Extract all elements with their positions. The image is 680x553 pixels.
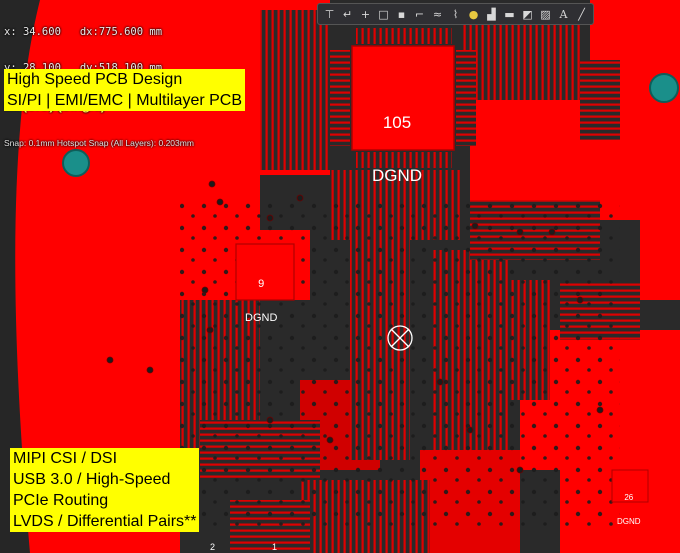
diff-pair-icon[interactable]: ≈ — [429, 5, 446, 23]
banner-bottom-line1: MIPI CSI / DSI — [13, 450, 118, 467]
pad-icon[interactable]: ▪ — [393, 5, 410, 23]
banner-top-line1: High Speed PCB Design — [7, 71, 183, 88]
interactive-route-icon[interactable]: ⌐ — [411, 5, 428, 23]
fill-icon[interactable]: ▨ — [537, 5, 554, 23]
right-pad-net: DGND — [617, 517, 641, 526]
main-ic-pad-net: DGND — [372, 166, 423, 185]
length-tune-icon[interactable]: ⌇ — [447, 5, 464, 23]
banner-bottom-line2: USB 3.0 / High-Speed — [13, 471, 171, 488]
main-ic-pad-label: 105 DGND — [372, 80, 422, 201]
mounting-hole-corner[interactable] — [649, 73, 679, 103]
text-icon[interactable]: A — [555, 5, 572, 23]
select-rect-icon[interactable]: □ — [375, 5, 392, 23]
cross-add-icon[interactable]: + — [357, 5, 374, 23]
via-icon[interactable]: ● — [465, 5, 482, 23]
banner-top-line2: SI/PI | EMI/EMC | Multilayer PCB — [7, 92, 243, 109]
silk-label-1: 1 — [272, 542, 277, 552]
snap-info: Snap: 0.1mm Hotspot Snap (All Layers): 0… — [4, 138, 194, 148]
silk-label-2: 2 — [210, 542, 215, 552]
route-icon[interactable]: ↵ — [339, 5, 356, 23]
right-pad-number: 26 — [624, 493, 634, 502]
mid-pad-net: DGND — [245, 312, 278, 324]
banner-bottom-line4: LVDS / Differential Pairs** — [13, 513, 197, 530]
banner-bottom: MIPI CSI / DSI USB 3.0 / High-Speed PCIe… — [10, 448, 200, 532]
mid-pad-label: 9 DGND — [245, 257, 277, 335]
filter-icon[interactable]: ⊤ — [321, 5, 338, 23]
main-ic-pad-number: 105 — [382, 113, 412, 132]
coord-x-readout: x: 34.600 dx:775.600 mm — [4, 26, 163, 38]
dimension-icon[interactable]: ◩ — [519, 5, 536, 23]
active-bar-toolbar: ⊤ ↵ + □ ▪ ⌐ ≈ ⌇ ● ▟ ▬ ◩ ▨ A ╱ — [317, 3, 594, 25]
banner-bottom-line3: PCIe Routing — [13, 492, 109, 509]
right-pad-label: 26 DGND — [617, 478, 641, 534]
polygon-icon[interactable]: ▟ — [483, 5, 500, 23]
region-icon[interactable]: ▬ — [501, 5, 518, 23]
mid-pad-number: 9 — [258, 278, 265, 290]
banner-top: High Speed PCB Design SI/PI | EMI/EMC | … — [4, 69, 246, 111]
line-icon[interactable]: ╱ — [573, 5, 590, 23]
